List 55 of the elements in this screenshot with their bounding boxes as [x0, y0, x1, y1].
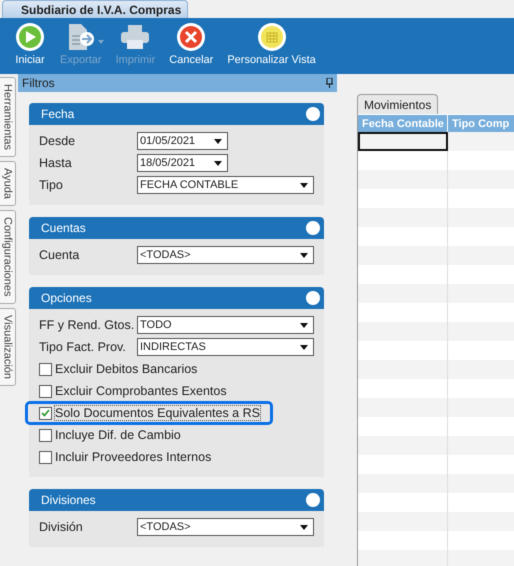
side-tab[interactable]: Herramientas: [0, 77, 16, 158]
dropdown-field[interactable]: <TODAS>: [137, 246, 314, 264]
side-tab[interactable]: Configuraciones: [0, 210, 16, 304]
toolbar-button[interactable]: Iniciar: [12, 22, 48, 66]
dropdown-arrow-icon: [214, 138, 222, 144]
grid-icon: [256, 22, 288, 52]
play-icon: [14, 22, 46, 52]
section-title: Cuentas: [41, 221, 86, 235]
checkbox[interactable]: [39, 428, 52, 442]
field-label: Tipo Fact. Prov.: [39, 340, 127, 354]
collapse-icon[interactable]: [306, 221, 320, 235]
printer-icon: [119, 22, 152, 52]
checkbox[interactable]: [39, 406, 52, 420]
panel-title: Filtros: [22, 76, 55, 90]
checkbox[interactable]: [39, 450, 52, 464]
field-label: FF y Rend. Gtos.: [39, 318, 136, 332]
toolbar-button[interactable]: Personalizar Vista: [225, 22, 318, 66]
pin-icon[interactable]: [326, 78, 333, 88]
selected-cell[interactable]: [358, 132, 448, 151]
collapse-icon[interactable]: [306, 291, 320, 305]
checkbox[interactable]: [39, 384, 52, 398]
dropdown-arrow-icon: [300, 344, 308, 350]
field-label: Cuenta: [39, 248, 80, 262]
window-tab[interactable]: Subdiario de I.V.A. Compras: [2, 0, 188, 18]
checkbox-label: Incluir Proveedores Internos: [55, 450, 212, 464]
section-title: Fecha: [41, 107, 74, 121]
dropdown-field[interactable]: <TODAS>: [137, 518, 314, 536]
date-field[interactable]: 01/05/2021: [137, 132, 228, 150]
field-label: Hasta: [39, 156, 73, 170]
dropdown-arrow-icon: [214, 160, 222, 166]
side-tab[interactable]: Ayuda: [0, 161, 16, 206]
dropdown-field[interactable]: TODO: [137, 316, 314, 334]
side-tab[interactable]: Visualización: [0, 308, 16, 386]
checkbox-label: Excluir Debitos Bancarios: [55, 362, 198, 376]
dropdown-field[interactable]: INDIRECTAS: [137, 338, 314, 356]
section-title: Divisiones: [41, 493, 96, 507]
dropdown-arrow-icon: [300, 524, 308, 530]
dropdown-arrow-icon: [300, 322, 308, 328]
collapse-icon[interactable]: [306, 493, 320, 507]
grid-tab[interactable]: Movimientos: [357, 94, 438, 114]
cancel-icon: [175, 22, 208, 52]
section-title: Opciones: [41, 291, 92, 305]
toolbar-button[interactable]: Cancelar: [167, 22, 216, 66]
field-label: Tipo: [39, 178, 64, 192]
checkbox-label: Incluye Dif. de Cambio: [55, 428, 181, 442]
dropdown-arrow-icon: [300, 182, 308, 188]
checkbox-label: Excluir Comprobantes Exentos: [55, 384, 227, 398]
collapse-icon[interactable]: [306, 107, 320, 121]
field-label: División: [39, 520, 84, 534]
date-field[interactable]: 18/05/2021: [137, 154, 228, 172]
checkbox[interactable]: [39, 362, 52, 376]
dropdown-field[interactable]: FECHA CONTABLE: [137, 176, 314, 194]
dropdown-arrow-icon: [300, 252, 308, 258]
field-label: Desde: [39, 134, 76, 148]
checkbox-label: Solo Documentos Equivalentes a RS: [55, 406, 260, 420]
